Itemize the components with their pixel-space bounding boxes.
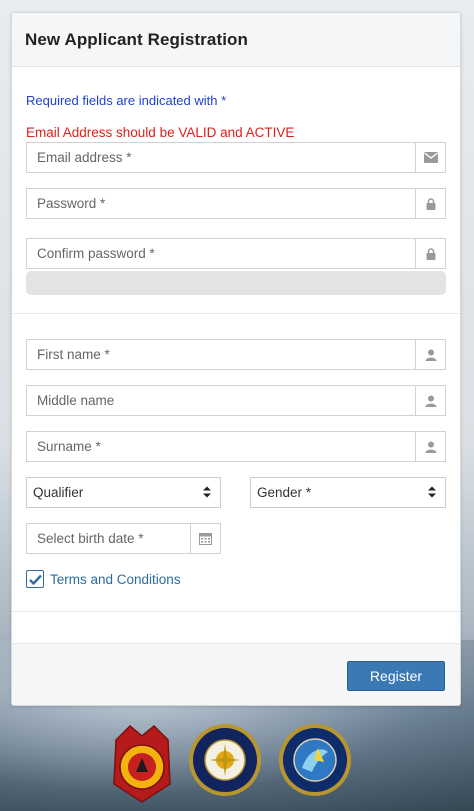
gender-select[interactable]: Gender *: [250, 477, 446, 508]
sort-caret-icon: [203, 486, 211, 498]
section-divider: [12, 313, 460, 314]
first-name-placeholder[interactable]: First name *: [27, 340, 415, 369]
agency-logos: [0, 722, 474, 807]
envelope-icon: [415, 143, 445, 172]
page-title: New Applicant Registration: [25, 30, 248, 49]
password-field[interactable]: Password *: [26, 188, 446, 219]
terms-row: Terms and Conditions: [26, 570, 181, 588]
password-placeholder[interactable]: Password *: [27, 189, 415, 218]
qualifier-selected-value: Qualifier: [33, 485, 84, 500]
sort-caret-icon: [428, 486, 436, 498]
panel-header: New Applicant Registration: [12, 13, 460, 67]
middle-name-placeholder[interactable]: Middle name: [27, 386, 415, 415]
checkmark-icon: [28, 574, 42, 585]
lock-icon: [415, 189, 445, 218]
birth-date-field[interactable]: Select birth date *: [26, 523, 221, 554]
password-strength-bar: [26, 271, 446, 295]
dimsm-seal-logo: [189, 724, 261, 796]
email-placeholder[interactable]: Email address *: [27, 143, 415, 172]
user-icon: [415, 432, 445, 461]
email-field[interactable]: Email address *: [26, 142, 446, 173]
gender-selected-value: Gender *: [257, 485, 312, 500]
itms-seal-logo: [279, 724, 351, 796]
panel-footer: Register: [12, 643, 460, 705]
section-divider: [12, 611, 460, 612]
first-name-field[interactable]: First name *: [26, 339, 446, 370]
required-fields-note: Required fields are indicated with *: [26, 93, 227, 108]
user-icon: [415, 386, 445, 415]
confirm-password-field[interactable]: Confirm password *: [26, 238, 446, 269]
confirm-password-placeholder[interactable]: Confirm password *: [27, 239, 415, 268]
middle-name-field[interactable]: Middle name: [26, 385, 446, 416]
surname-placeholder[interactable]: Surname *: [27, 432, 415, 461]
email-warning-note: Email Address should be VALID and ACTIVE: [26, 125, 295, 140]
terms-checkbox[interactable]: [26, 570, 44, 588]
user-icon: [415, 340, 445, 369]
calendar-icon[interactable]: [190, 524, 220, 553]
birth-date-placeholder[interactable]: Select birth date *: [27, 524, 190, 553]
lock-icon: [415, 239, 445, 268]
register-button[interactable]: Register: [347, 661, 445, 691]
qualifier-select[interactable]: Qualifier: [26, 477, 221, 508]
terms-link[interactable]: Terms and Conditions: [50, 572, 181, 587]
registration-panel: New Applicant Registration Required fiel…: [11, 12, 461, 706]
surname-field[interactable]: Surname *: [26, 431, 446, 462]
pnp-seal-logo: [113, 724, 171, 803]
